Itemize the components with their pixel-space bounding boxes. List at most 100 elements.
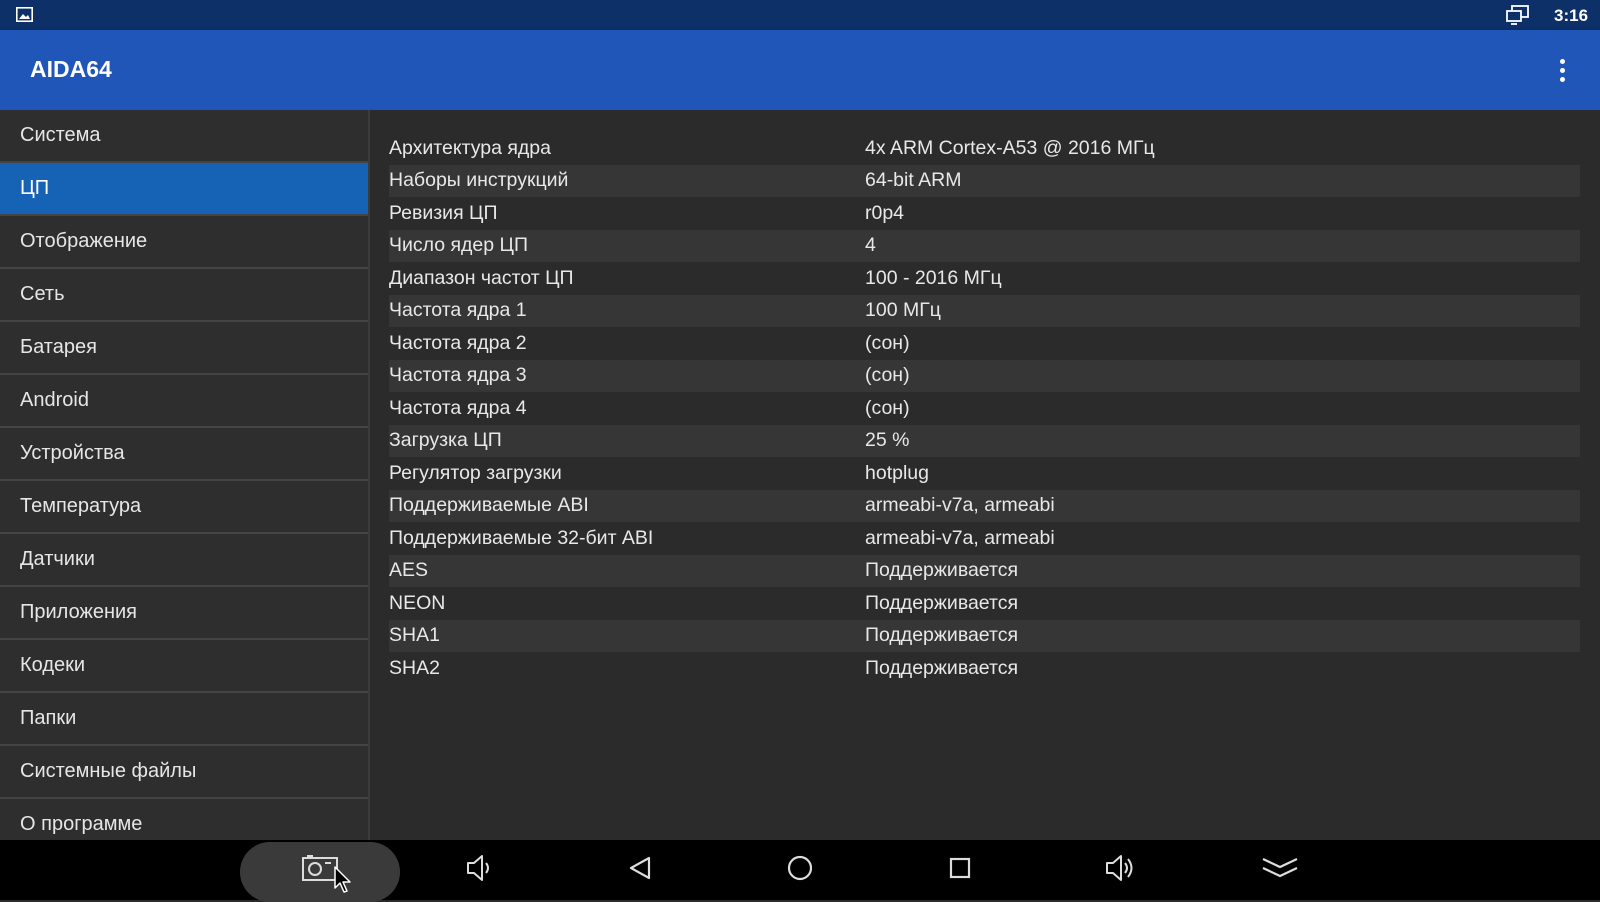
table-row: AES Поддерживается [389, 554, 1580, 587]
sidebar-item-10[interactable]: Кодеки [0, 640, 368, 693]
recents-button[interactable] [920, 840, 1000, 900]
table-row: Загрузка ЦП 25 % [389, 424, 1580, 457]
mouse-cursor-icon [334, 866, 354, 899]
sidebar-item-12[interactable]: Системные файлы [0, 746, 368, 799]
sidebar-item-1[interactable]: ЦП [0, 163, 368, 216]
row-label: Частота ядра 2 [389, 331, 527, 354]
status-bar: 3:16 [0, 0, 1600, 30]
sidebar-item-label: Температура [20, 495, 142, 517]
row-value: Поддерживается [865, 624, 1019, 647]
row-value: hotplug [865, 461, 929, 484]
row-label: Поддерживаемые ABI [389, 494, 589, 517]
sidebar-item-label: ЦП [20, 177, 50, 199]
recents-square-icon [948, 856, 972, 885]
row-value: (сон) [865, 396, 910, 419]
row-value: Поддерживается [865, 559, 1019, 582]
sidebar-item-6[interactable]: Устройства [0, 428, 368, 481]
sidebar-item-2[interactable]: Отображение [0, 216, 368, 269]
row-label: Частота ядра 1 [389, 299, 527, 322]
cast-screen-icon [1506, 5, 1530, 30]
home-button[interactable] [760, 840, 840, 900]
volume-up-icon [1104, 854, 1136, 887]
row-value: armeabi-v7a, armeabi [865, 494, 1055, 517]
row-label: AES [389, 559, 429, 582]
sidebar-item-label: Android [20, 389, 89, 411]
table-row: Поддерживаемые 32-бит ABI armeabi-v7a, ar… [389, 522, 1580, 555]
row-label: NEON [389, 591, 446, 614]
row-label: SHA1 [389, 624, 440, 647]
sidebar-item-5[interactable]: Android [0, 375, 368, 428]
home-circle-icon [786, 854, 814, 887]
cpu-info-panel: Архитектура ядра 4x ARM Cortex-A53 @ 2016… [370, 110, 1600, 840]
cpu-info-table: Архитектура ядра 4x ARM Cortex-A53 @ 2016… [389, 132, 1580, 685]
table-row: Наборы инструкций 64-bit ARM [389, 164, 1580, 197]
back-triangle-icon [627, 855, 653, 886]
sidebar-item-label: Батарея [20, 336, 97, 358]
row-value: 64-bit ARM [865, 169, 962, 192]
collapse-button[interactable] [1240, 840, 1320, 900]
image-notification-icon [16, 7, 33, 27]
row-value: 4 [865, 234, 876, 257]
row-value: Поддерживается [865, 591, 1019, 614]
volume-up-button[interactable] [1080, 840, 1160, 900]
row-value: 100 МГц [865, 299, 941, 322]
row-label: SHA2 [389, 656, 440, 679]
sidebar-item-label: Системные файлы [20, 760, 197, 782]
back-button[interactable] [600, 840, 680, 900]
row-value: 100 - 2016 МГц [865, 266, 1002, 289]
volume-down-icon [465, 854, 495, 887]
table-row: Частота ядра 4 (сон) [389, 392, 1580, 425]
row-label: Поддерживаемые 32-бит ABI [389, 526, 654, 549]
volume-down-button[interactable] [440, 840, 520, 900]
row-value: Поддерживается [865, 656, 1019, 679]
app-title: AIDA64 [30, 56, 112, 82]
table-row: Частота ядра 2 (сон) [389, 327, 1580, 360]
sidebar-item-13[interactable]: О программе [0, 799, 368, 840]
row-label: Частота ядра 4 [389, 396, 527, 419]
sidebar-item-0[interactable]: Система [0, 110, 368, 163]
sidebar-item-11[interactable]: Папки [0, 693, 368, 746]
row-label: Регулятор загрузки [389, 461, 562, 484]
row-label: Частота ядра 3 [389, 364, 527, 387]
table-row: SHA1 Поддерживается [389, 619, 1580, 652]
sidebar-item-label: Папки [20, 707, 77, 729]
app-bar: AIDA64 [0, 30, 1600, 110]
double-chevron-down-icon [1261, 855, 1299, 886]
row-label: Число ядер ЦП [389, 234, 528, 257]
table-row: Частота ядра 3 (сон) [389, 359, 1580, 392]
table-row: SHA2 Поддерживается [389, 652, 1580, 685]
row-value: 25 % [865, 429, 910, 452]
row-label: Ревизия ЦП [389, 201, 498, 224]
row-label: Загрузка ЦП [389, 429, 502, 452]
more-vert-icon[interactable] [1548, 56, 1576, 84]
navigation-bar [0, 840, 1600, 902]
sidebar-item-label: Приложения [20, 601, 138, 623]
row-value: (сон) [865, 331, 910, 354]
table-row: Ревизия ЦП r0p4 [389, 197, 1580, 230]
sidebar-item-label: Кодеки [20, 654, 86, 676]
sidebar-item-label: Устройства [20, 442, 125, 464]
sidebar-item-label: О программе [20, 813, 143, 835]
row-label: Диапазон частот ЦП [389, 266, 574, 289]
sidebar-item-8[interactable]: Датчики [0, 534, 368, 587]
sidebar-item-label: Датчики [20, 548, 95, 570]
sidebar-item-3[interactable]: Сеть [0, 269, 368, 322]
sidebar: Система ЦП Отображение Сеть Батарея Android Ус… [0, 110, 370, 840]
table-row: Архитектура ядра 4x ARM Cortex-A53 @ 2016… [389, 132, 1580, 165]
row-value: r0p4 [865, 201, 905, 224]
sidebar-item-label: Сеть [20, 283, 65, 305]
table-row: NEON Поддерживается [389, 587, 1580, 620]
table-row: Число ядер ЦП 4 [389, 229, 1580, 262]
sidebar-item-label: Система [20, 124, 101, 146]
table-row: Регулятор загрузки hotplug [389, 457, 1580, 490]
row-value: armeabi-v7a, armeabi [865, 526, 1055, 549]
row-label: Наборы инструкций [389, 169, 569, 192]
table-row: Частота ядра 1 100 МГц [389, 294, 1580, 327]
status-clock: 3:16 [1554, 6, 1589, 25]
row-value: (сон) [865, 364, 910, 387]
sidebar-item-4[interactable]: Батарея [0, 322, 368, 375]
table-row: Диапазон частот ЦП 100 - 2016 МГц [389, 262, 1580, 295]
row-value: 4x ARM Cortex-A53 @ 2016 МГц [865, 136, 1155, 159]
sidebar-item-7[interactable]: Температура [0, 481, 368, 534]
sidebar-item-9[interactable]: Приложения [0, 587, 368, 640]
